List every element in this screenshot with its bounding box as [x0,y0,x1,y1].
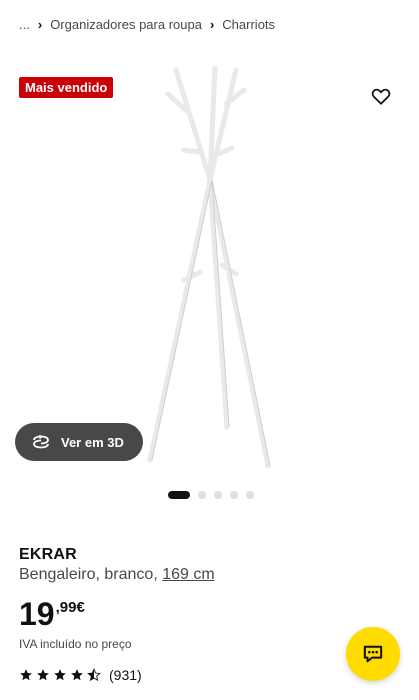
star-half-icon [87,668,101,682]
breadcrumb-item-organizadores[interactable]: Organizadores para roupa [50,17,202,32]
breadcrumb-ellipsis[interactable]: ... [19,17,30,32]
rating-stars [19,668,101,682]
best-seller-badge: Mais vendido [19,77,114,98]
product-rating[interactable]: (931) [19,667,142,683]
view-in-3d-button[interactable]: Ver em 3D [15,423,143,461]
product-name: EKRAR [19,546,77,563]
product-size-link[interactable]: 169 cm [162,566,214,583]
chat-button[interactable] [346,627,400,681]
product-price: 19 ,99 € [19,597,85,631]
heart-outline-icon [371,88,391,105]
star-icon [71,669,83,681]
favourite-button[interactable] [368,84,394,108]
pagination-dot[interactable] [198,491,206,499]
price-integer: 19 [19,596,55,632]
pagination-dot-active[interactable] [168,491,190,499]
star-icon [20,669,32,681]
product-image [147,65,271,469]
review-count: (931) [109,667,142,683]
chevron-right-icon: › [209,17,215,32]
pagination-dot[interactable] [230,491,238,499]
product-description: Bengaleiro, branco, 169 cm [19,566,215,584]
price-currency: € [76,599,85,616]
breadcrumb: ... › Organizadores para roupa › Charrio… [19,17,275,32]
star-icon [54,669,66,681]
rotate-3d-icon [31,435,51,449]
chevron-right-icon: › [37,17,43,32]
image-pagination [168,491,254,499]
chat-bubble-icon [363,645,383,663]
pagination-dot[interactable] [246,491,254,499]
star-icon [37,669,49,681]
vat-note: IVA incluído no preço [19,637,132,651]
price-decimal: ,99 [55,599,77,616]
product-type: Bengaleiro, branco, [19,566,158,583]
breadcrumb-item-charriots[interactable]: Charriots [222,17,275,32]
pagination-dot[interactable] [214,491,222,499]
view-in-3d-label: Ver em 3D [61,434,124,450]
